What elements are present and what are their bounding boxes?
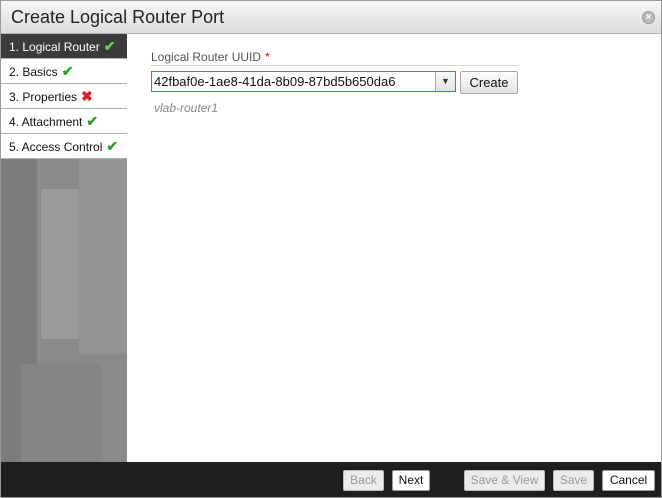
- create-button[interactable]: Create: [460, 71, 518, 94]
- close-icon[interactable]: ×: [642, 11, 655, 24]
- wizard-content: Logical Router UUID * 42fbaf0e-1ae8-41da-…: [127, 34, 661, 462]
- uuid-select-value: 42fbaf0e-1ae8-41da-8b09-87bd5b650da6: [154, 74, 396, 89]
- checkmark-icon: ✔: [103, 38, 116, 54]
- cancel-button[interactable]: Cancel: [602, 470, 655, 491]
- sidebar-item-label: 4. Attachment: [9, 115, 83, 129]
- router-name-hint: vlab-router1: [154, 101, 219, 115]
- field-divider: [151, 65, 519, 66]
- next-button[interactable]: Next: [392, 470, 430, 491]
- create-logical-router-port-dialog: Create Logical Router Port × 1. Logical …: [0, 0, 662, 498]
- checkmark-icon: ✔: [86, 113, 99, 129]
- sidebar-item-label: 1. Logical Router: [9, 40, 100, 54]
- sidebar-item-label: 2. Basics: [9, 65, 58, 79]
- sidebar-item-label: 3. Properties: [9, 90, 78, 104]
- sidebar-item-logical-router[interactable]: 1. Logical Router ✔: [1, 34, 127, 59]
- checkmark-icon: ✔: [106, 138, 119, 154]
- uuid-label-text: Logical Router UUID: [151, 50, 262, 64]
- sidebar-item-properties[interactable]: 3. Properties ✖: [1, 84, 127, 109]
- dialog-footer: Back Next Save & View Save Cancel: [1, 462, 661, 497]
- sidebar-item-label: 5. Access Control: [9, 140, 103, 154]
- checkmark-icon: ✔: [61, 63, 74, 79]
- dialog-title: Create Logical Router Port: [11, 7, 225, 27]
- title-bar: Create Logical Router Port ×: [1, 1, 661, 34]
- chevron-down-icon[interactable]: ▼: [435, 72, 455, 91]
- save-button[interactable]: Save: [553, 470, 594, 491]
- sidebar-bg-shape: [21, 364, 101, 462]
- wizard-sidebar: 1. Logical Router ✔ 2. Basics ✔ 3. Propert…: [1, 34, 127, 462]
- sidebar-item-access-control[interactable]: 5. Access Control ✔: [1, 134, 127, 159]
- uuid-field-label: Logical Router UUID *: [151, 50, 270, 64]
- error-x-icon: ✖: [81, 88, 93, 104]
- required-marker: *: [265, 50, 270, 64]
- back-button[interactable]: Back: [343, 470, 384, 491]
- sidebar-item-attachment[interactable]: 4. Attachment ✔: [1, 109, 127, 134]
- sidebar-bg-shape: [79, 159, 127, 354]
- uuid-select[interactable]: 42fbaf0e-1ae8-41da-8b09-87bd5b650da6 ▼: [151, 71, 456, 92]
- sidebar-item-basics[interactable]: 2. Basics ✔: [1, 59, 127, 84]
- save-and-view-button[interactable]: Save & View: [464, 470, 545, 491]
